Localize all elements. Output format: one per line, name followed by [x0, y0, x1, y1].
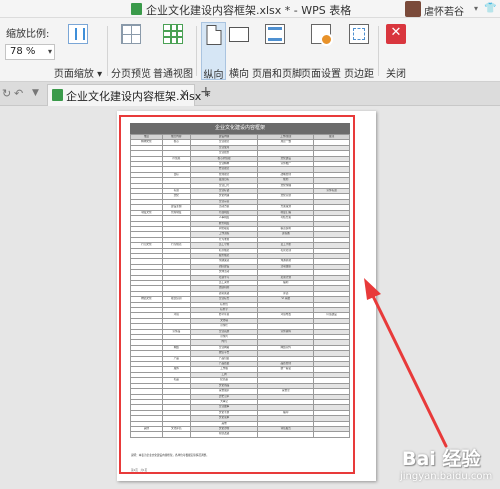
normal-view-button[interactable]: 普通视图: [153, 22, 193, 80]
header-footer-button[interactable]: 页眉和页脚: [252, 22, 302, 80]
margins-label: 页边距: [344, 69, 374, 80]
window-title: 企业文化建设内容框架.xlsx * - WPS 表格: [146, 4, 352, 17]
margins-button[interactable]: 页边距: [343, 22, 375, 80]
wps-print-preview-window: 企业文化建设内容框架.xlsx * - WPS 表格 虐怀若谷 ▾ 👕 缩放比例…: [0, 0, 500, 489]
chevron-down-icon[interactable]: ▾: [48, 47, 52, 56]
close-label: 关闭: [386, 69, 406, 80]
annotation-arrow: [364, 278, 448, 448]
document-tab-bar: ↻ ↶ ▼ 企业文化建设内容框架.xlsx * ✕ +: [0, 82, 500, 106]
page-setup-icon: [311, 24, 333, 46]
header-footer-label: 页眉和页脚: [252, 69, 302, 80]
undo-icon[interactable]: ↶: [14, 87, 23, 100]
zoom-select[interactable]: 78 % ▾: [5, 44, 55, 60]
page-zoom-icon: [68, 24, 88, 44]
spreadsheet-icon: [131, 3, 142, 15]
page-setup-label: 页面设置: [301, 69, 341, 80]
refresh-icon[interactable]: ↻: [2, 87, 11, 100]
margins-icon: [349, 24, 369, 44]
print-preview-area[interactable]: 企业文化建设内容框架 维度 细分内容 建设内容 工作/备注 备注 精神文化 核心 企业理念 理念…: [0, 106, 500, 489]
user-name[interactable]: 虐怀若谷: [424, 3, 464, 18]
normal-view-icon: [163, 24, 183, 44]
page-break-preview-icon: [121, 24, 141, 44]
close-icon: [386, 24, 406, 44]
ribbon-divider: [378, 26, 379, 76]
landscape-label: 横向: [229, 69, 249, 80]
page-break-preview-button[interactable]: 分页预览: [111, 22, 151, 80]
user-avatar[interactable]: [405, 1, 421, 17]
header-footer-icon: [265, 24, 285, 44]
ribbon-divider: [107, 26, 108, 76]
close-preview-button[interactable]: 关闭: [382, 22, 410, 80]
normal-view-label: 普通视图: [153, 69, 193, 80]
chevron-down-icon[interactable]: ▾: [474, 4, 478, 13]
title-bar: 企业文化建设内容框架.xlsx * - WPS 表格 虐怀若谷 ▾ 👕: [0, 0, 500, 18]
spreadsheet-icon: [52, 89, 63, 101]
portrait-button[interactable]: 纵向: [201, 22, 226, 81]
watermark-brand: Bai 经验: [402, 448, 481, 470]
close-tab-icon[interactable]: ✕: [180, 87, 189, 100]
watermark: Bai 经验 jingyan.baidu.com: [388, 444, 498, 486]
page-setup-button[interactable]: 页面设置: [301, 22, 341, 80]
skin-icon[interactable]: 👕: [484, 3, 496, 14]
watermark-url: jingyan.baidu.com: [400, 471, 493, 482]
page-zoom-button[interactable]: 页面缩放 ▾: [53, 22, 103, 80]
new-tab-icon[interactable]: +: [200, 84, 212, 100]
landscape-page-icon: [229, 27, 249, 42]
tab-list-icon[interactable]: ▼: [32, 88, 39, 98]
ribbon-divider: [196, 26, 197, 76]
page-zoom-label: 页面缩放 ▾: [53, 69, 103, 80]
zoom-label: 缩放比例:: [6, 29, 50, 40]
tab-active-document[interactable]: 企业文化建设内容框架.xlsx * ✕: [47, 84, 210, 106]
zoom-value: 78 %: [10, 46, 36, 57]
portrait-page-icon: [206, 25, 221, 45]
page-break-preview-label: 分页预览: [111, 69, 151, 80]
portrait-label: 纵向: [203, 70, 224, 81]
landscape-button[interactable]: 横向: [228, 22, 250, 80]
